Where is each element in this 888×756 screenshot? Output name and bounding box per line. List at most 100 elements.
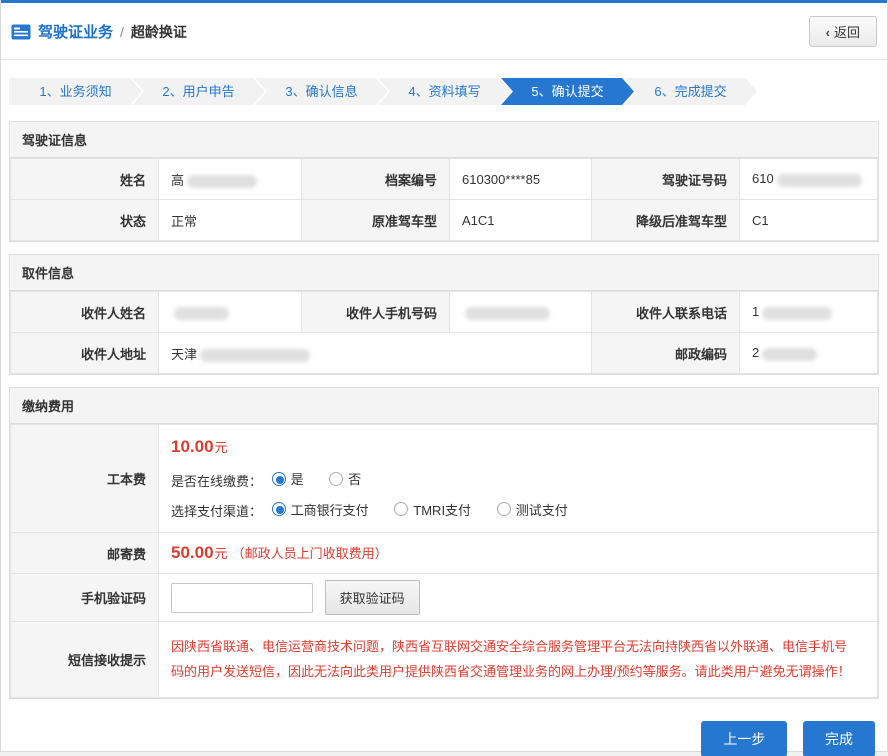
finish-button[interactable]: 完成 <box>803 721 875 756</box>
page-header: 驾驶证业务 / 超龄换证 ‹ 返回 <box>1 3 887 60</box>
step-4-fill-materials[interactable]: 4、资料填写 <box>378 78 511 105</box>
recipient-mobile-value <box>450 292 592 333</box>
postage-fee-note: （邮政人员上门收取费用） <box>232 546 388 561</box>
sms-tip-cell: 因陕西省联通、电信运营商技术问题，陕西省互联网交通安全综合服务管理平台无法向持陕… <box>159 622 878 698</box>
table-row: 邮寄费 50.00元 （邮政人员上门收取费用） <box>11 533 878 574</box>
step-5-confirm-submit[interactable]: 5、确认提交 <box>501 78 634 105</box>
page-subtitle: 超龄换证 <box>131 22 187 42</box>
redacted-text <box>174 307 229 320</box>
radio-selected-icon <box>272 472 286 486</box>
archive-no-value: 610300****85 <box>450 159 592 200</box>
online-pay-question: 是否在线缴费： <box>171 474 262 489</box>
production-fee-amount: 10.00 <box>171 437 214 456</box>
fees-section: 缴纳费用 工本费 10.00元 是否在线缴费： 是 否 选择支付渠道： 工 <box>9 387 879 699</box>
table-row: 手机验证码 获取验证码 <box>11 574 878 622</box>
recipient-name-label: 收件人姓名 <box>11 292 159 333</box>
production-fee-amount-line: 10.00元 <box>171 437 877 457</box>
yuan-unit: 元 <box>215 440 228 455</box>
step-3-confirm-info[interactable]: 3、确认信息 <box>255 78 388 105</box>
postcode-value: 2 <box>740 333 878 374</box>
page: 驾驶证业务 / 超龄换证 ‹ 返回 1、业务须知 2、用户申告 3、确认信息 4、… <box>0 0 888 752</box>
fees-title: 缴纳费用 <box>10 388 878 424</box>
step-2-declaration[interactable]: 2、用户申告 <box>132 78 265 105</box>
postcode-label: 邮政编码 <box>592 333 740 374</box>
channel-test-label: 测试支付 <box>516 500 568 519</box>
redacted-text <box>187 175 257 188</box>
radio-selected-icon <box>272 502 286 516</box>
table-row: 状态 正常 原准驾车型 A1C1 降级后准驾车型 C1 <box>11 200 878 241</box>
captcha-label: 手机验证码 <box>11 574 159 622</box>
postage-fee-amount: 50.00 <box>171 543 214 562</box>
table-row: 工本费 10.00元 是否在线缴费： 是 否 选择支付渠道： 工商银行支付 TM… <box>11 425 878 533</box>
pay-channel-question: 选择支付渠道： <box>171 504 262 519</box>
name-value: 高 <box>159 159 302 200</box>
postage-fee-label: 邮寄费 <box>11 533 159 574</box>
license-info-title: 驾驶证信息 <box>10 122 878 158</box>
back-button[interactable]: ‹ 返回 <box>809 16 877 47</box>
redacted-text <box>777 174 862 187</box>
recipient-address-label: 收件人地址 <box>11 333 159 374</box>
table-row: 姓名 高 档案编号 610300****85 驾驶证号码 610 <box>11 159 878 200</box>
captcha-input[interactable] <box>171 583 313 613</box>
captcha-field-cell: 获取验证码 <box>159 574 878 622</box>
prev-step-button[interactable]: 上一步 <box>701 721 787 756</box>
redacted-text <box>200 349 310 362</box>
license-info-table: 姓名 高 档案编号 610300****85 驾驶证号码 610 状态 正常 原… <box>10 158 878 241</box>
postage-fee-value: 50.00元 （邮政人员上门收取费用） <box>159 533 878 574</box>
downgraded-class-label: 降级后准驾车型 <box>592 200 740 241</box>
channel-icbc-radio[interactable]: 工商银行支付 <box>272 500 369 519</box>
table-row: 收件人地址 天津 邮政编码 2 <box>11 333 878 374</box>
production-fee-label: 工本费 <box>11 425 159 533</box>
recipient-mobile-label: 收件人手机号码 <box>302 292 450 333</box>
channel-test-radio[interactable]: 测试支付 <box>497 500 568 519</box>
license-info-section: 驾驶证信息 姓名 高 档案编号 610300****85 驾驶证号码 610 状… <box>9 121 879 242</box>
pickup-info-title: 取件信息 <box>10 255 878 291</box>
online-pay-row: 是否在线缴费： 是 否 <box>171 469 877 490</box>
breadcrumb: 驾驶证业务 / 超龄换证 <box>11 21 187 42</box>
yuan-unit: 元 <box>215 546 228 561</box>
online-pay-yes-radio[interactable]: 是 <box>272 469 304 488</box>
status-value: 正常 <box>159 200 302 241</box>
page-title: 驾驶证业务 <box>38 21 113 42</box>
fees-table: 工本费 10.00元 是否在线缴费： 是 否 选择支付渠道： 工商银行支付 TM… <box>10 424 878 698</box>
name-label: 姓名 <box>11 159 159 200</box>
step-6-complete[interactable]: 6、完成提交 <box>624 78 757 105</box>
table-row: 短信接收提示 因陕西省联通、电信运营商技术问题，陕西省互联网交通安全综合服务管理… <box>11 622 878 698</box>
back-label: 返回 <box>834 25 860 40</box>
recipient-phone-value: 1 <box>740 292 878 333</box>
redacted-text <box>762 307 832 320</box>
production-fee-value: 10.00元 是否在线缴费： 是 否 选择支付渠道： 工商银行支付 TMRI支付… <box>159 425 878 533</box>
online-pay-yes-label: 是 <box>291 469 304 488</box>
breadcrumb-divider: / <box>120 24 124 40</box>
orig-class-label: 原准驾车型 <box>302 200 450 241</box>
pay-channel-row: 选择支付渠道： 工商银行支付 TMRI支付 测试支付 <box>171 500 877 521</box>
step-nav: 1、业务须知 2、用户申告 3、确认信息 4、资料填写 5、确认提交 6、完成提… <box>9 78 879 105</box>
license-no-value: 610 <box>740 159 878 200</box>
back-chevron-icon: ‹ <box>826 25 830 40</box>
pickup-info-table: 收件人姓名 收件人手机号码 收件人联系电话 1 收件人地址 天津 邮政编码 2 <box>10 291 878 374</box>
pickup-info-section: 取件信息 收件人姓名 收件人手机号码 收件人联系电话 1 收件人地址 天津 邮政… <box>9 254 879 375</box>
redacted-text <box>465 307 550 320</box>
online-pay-no-label: 否 <box>348 469 361 488</box>
recipient-phone-label: 收件人联系电话 <box>592 292 740 333</box>
archive-no-label: 档案编号 <box>302 159 450 200</box>
table-row: 收件人姓名 收件人手机号码 收件人联系电话 1 <box>11 292 878 333</box>
radio-unselected-icon <box>394 502 408 516</box>
recipient-address-value: 天津 <box>159 333 592 374</box>
sms-tip-label: 短信接收提示 <box>11 622 159 698</box>
license-card-icon <box>11 24 31 40</box>
footer-actions: 上一步 完成 <box>1 711 887 756</box>
recipient-name-value <box>159 292 302 333</box>
get-captcha-button[interactable]: 获取验证码 <box>325 580 420 615</box>
redacted-text <box>762 348 817 361</box>
online-pay-no-radio[interactable]: 否 <box>329 469 361 488</box>
radio-unselected-icon <box>497 502 511 516</box>
channel-tmri-radio[interactable]: TMRI支付 <box>394 500 471 519</box>
sms-tip-text: 因陕西省联通、电信运营商技术问题，陕西省互联网交通安全综合服务管理平台无法向持陕… <box>171 634 859 685</box>
license-no-label: 驾驶证号码 <box>592 159 740 200</box>
status-label: 状态 <box>11 200 159 241</box>
step-1-notice[interactable]: 1、业务须知 <box>9 78 142 105</box>
channel-tmri-label: TMRI支付 <box>413 500 471 519</box>
downgraded-class-value: C1 <box>740 200 878 241</box>
orig-class-value: A1C1 <box>450 200 592 241</box>
